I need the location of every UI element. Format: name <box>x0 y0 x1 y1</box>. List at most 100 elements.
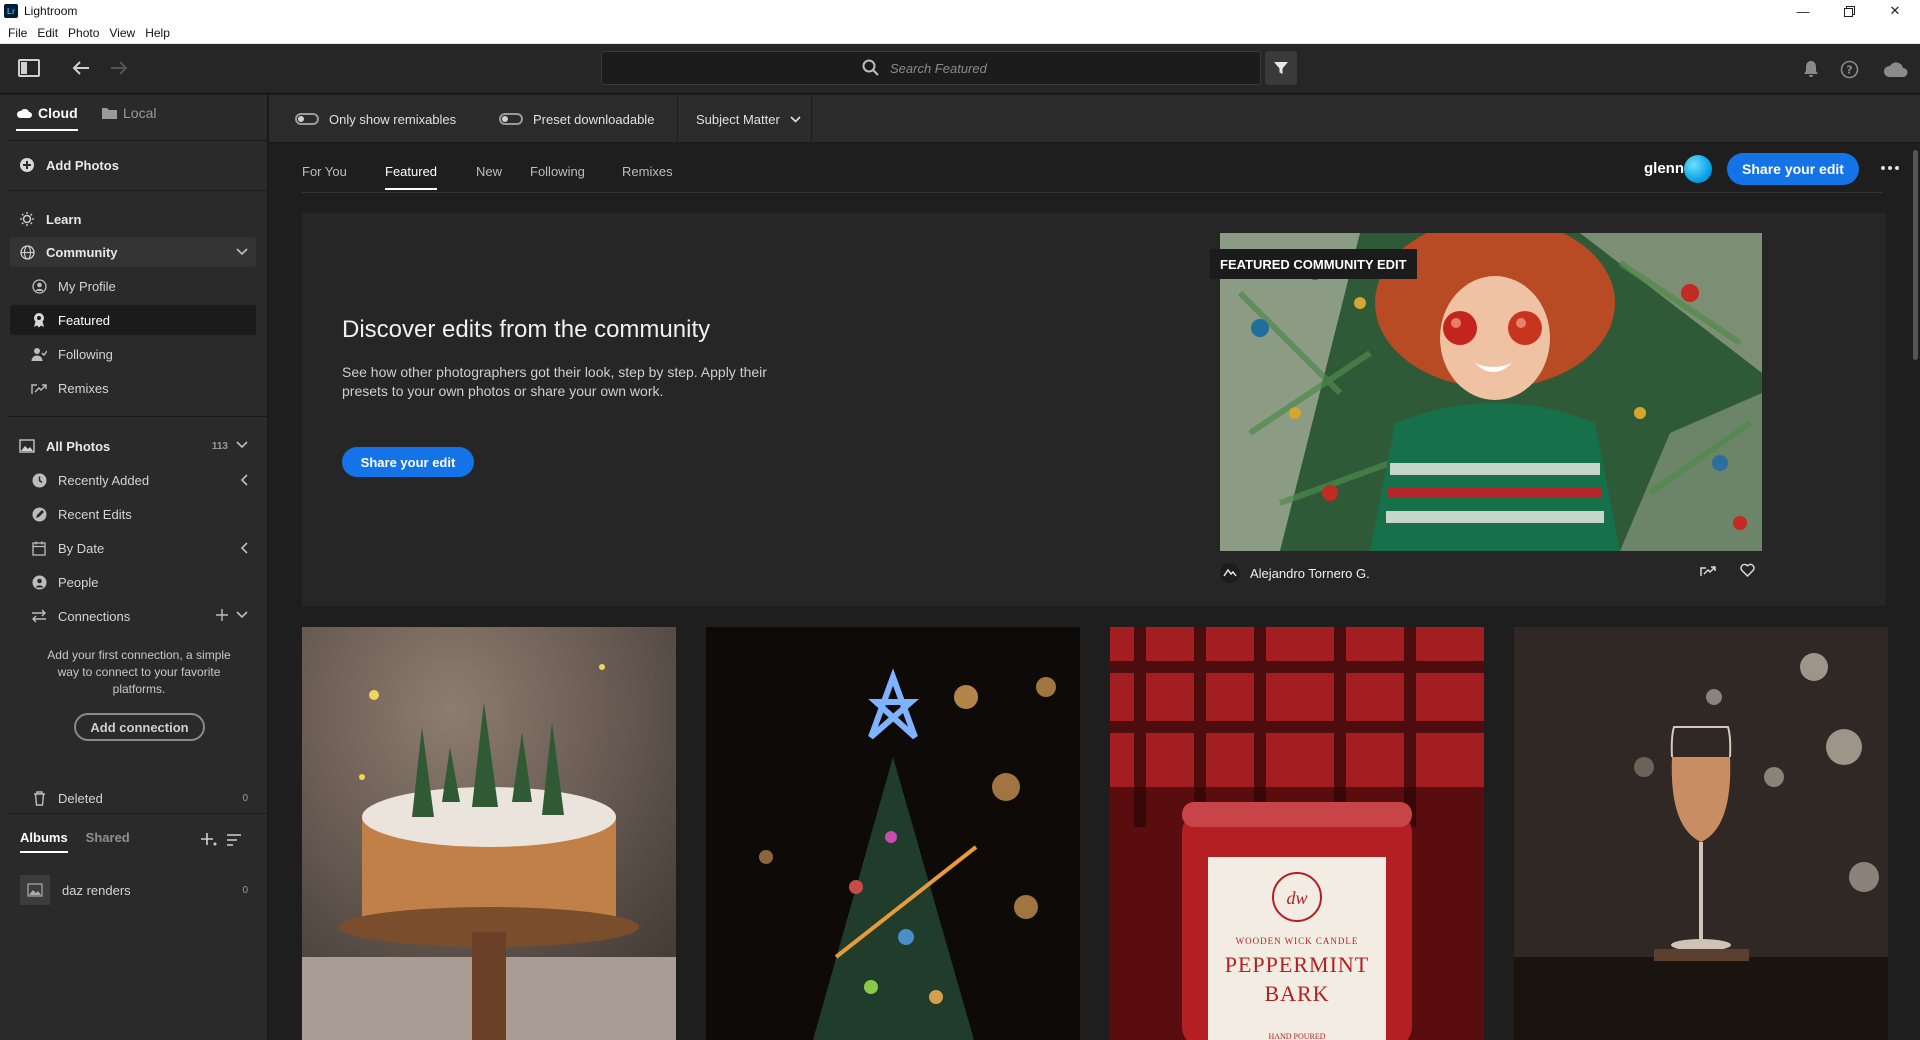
sidebar-item-community[interactable]: Community <box>10 237 256 267</box>
sidebar-item-remixes[interactable]: Remixes <box>10 373 256 403</box>
person-follow-icon <box>30 345 48 363</box>
restore-icon[interactable] <box>1826 0 1872 22</box>
share-your-edit-button[interactable]: Share your edit <box>1727 153 1859 185</box>
chevron-down-icon[interactable] <box>236 248 248 256</box>
help-icon[interactable]: ? <box>1838 58 1860 80</box>
scrollbar[interactable] <box>1913 150 1918 360</box>
photo-card-wine[interactable] <box>1514 627 1888 1040</box>
chevron-down-icon[interactable] <box>236 610 248 622</box>
tab-following[interactable]: Following <box>530 164 585 188</box>
sidebar-item-community-label: Community <box>46 244 118 260</box>
tab-for-you[interactable]: For You <box>302 164 347 188</box>
tab-albums[interactable]: Albums <box>20 830 68 853</box>
sidebar-item-learn[interactable]: Learn <box>10 204 256 234</box>
filter-bar: Only show remixables Preset downloadable… <box>269 95 1920 143</box>
tab-shared[interactable]: Shared <box>86 830 130 853</box>
sidebar-item-following[interactable]: Following <box>10 339 256 369</box>
close-icon[interactable]: ✕ <box>1872 0 1918 22</box>
sort-icon[interactable] <box>226 833 244 850</box>
chevron-left-icon[interactable] <box>240 474 248 486</box>
user-name[interactable]: glenn <box>1644 160 1684 177</box>
remix-icon <box>30 379 48 397</box>
plus-icon[interactable] <box>216 608 228 624</box>
minimize-icon[interactable]: — <box>1780 0 1826 22</box>
add-connection-button[interactable]: Add connection <box>74 713 205 741</box>
menu-help[interactable]: Help <box>143 26 178 40</box>
menu-edit[interactable]: Edit <box>35 26 66 40</box>
tab-remixes[interactable]: Remixes <box>622 164 673 188</box>
album-thumbnail-icon <box>20 875 50 905</box>
featured-photo[interactable] <box>1220 233 1762 551</box>
sidebar-item-deleted-label: Deleted <box>58 790 103 806</box>
featured-author[interactable]: Alejandro Tornero G. <box>1220 563 1370 583</box>
avatar[interactable] <box>1684 155 1712 183</box>
photo-card-cake[interactable] <box>302 627 676 1040</box>
author-name: Alejandro Tornero G. <box>1250 565 1370 581</box>
add-photos-label: Add Photos <box>46 157 119 173</box>
photo-library-icon <box>18 437 36 455</box>
featured-badge: FEATURED COMMUNITY EDIT <box>1210 249 1417 279</box>
award-ribbon-icon <box>30 311 48 329</box>
sidebar-item-recently-added[interactable]: Recently Added <box>10 465 256 495</box>
hero-share-button[interactable]: Share your edit <box>342 447 474 477</box>
sidebar-item-people-label: People <box>58 574 99 590</box>
back-arrow-icon[interactable] <box>68 56 94 80</box>
panel-toggle-icon[interactable] <box>16 56 42 80</box>
sidebar-item-my-profile[interactable]: My Profile <box>10 271 256 301</box>
subject-matter-dropdown[interactable]: Subject Matter <box>696 95 801 143</box>
sidebar-item-connections[interactable]: Connections <box>10 601 256 631</box>
menu-view[interactable]: View <box>107 26 143 40</box>
photo-card-candle[interactable]: dw WOODEN WICK CANDLE PEPPERMINT BARK HA… <box>1110 627 1484 1040</box>
toggle-switch[interactable] <box>295 113 319 125</box>
toggle-switch[interactable] <box>499 113 523 125</box>
more-options-icon[interactable] <box>1878 158 1902 178</box>
svg-text:?: ? <box>1846 63 1852 76</box>
sidebar-item-featured[interactable]: Featured <box>10 305 256 335</box>
tab-new[interactable]: New <box>476 164 502 188</box>
featured-hero: Discover edits from the community See ho… <box>302 213 1886 606</box>
preset-downloadable-label: Preset downloadable <box>533 111 655 127</box>
bell-icon[interactable] <box>1800 58 1822 80</box>
divider <box>8 813 268 814</box>
candle-small-text: HAND POURED <box>1268 1032 1325 1040</box>
tab-local[interactable]: Local <box>102 105 156 129</box>
cloud-sync-icon[interactable] <box>1880 58 1910 80</box>
people-icon <box>30 573 48 591</box>
sidebar-item-learn-label: Learn <box>46 211 82 227</box>
search-bar[interactable] <box>601 51 1261 85</box>
albums-tabs: Albums Shared <box>20 830 130 853</box>
subject-matter-label: Subject Matter <box>696 111 780 127</box>
chevron-left-icon[interactable] <box>240 542 248 554</box>
tab-cloud[interactable]: Cloud <box>16 105 78 131</box>
preset-downloadable-toggle[interactable]: Preset downloadable <box>499 95 654 143</box>
menu-photo[interactable]: Photo <box>66 26 107 40</box>
photo-card-christmas-tree[interactable] <box>706 627 1080 1040</box>
remix-icon[interactable] <box>1700 563 1716 580</box>
tab-local-label: Local <box>123 105 157 121</box>
sidebar-item-featured-label: Featured <box>58 312 111 328</box>
filter-button[interactable] <box>1265 51 1297 85</box>
chevron-down-icon <box>790 115 801 123</box>
sidebar-item-recent-edits[interactable]: Recent Edits <box>10 499 256 529</box>
sidebar-item-all-photos[interactable]: All Photos 113 <box>10 431 256 461</box>
connections-icon <box>30 607 48 625</box>
add-album-icon[interactable] <box>200 831 218 850</box>
sidebar-item-deleted[interactable]: Deleted 0 <box>10 783 256 813</box>
menu-file[interactable]: File <box>0 26 35 40</box>
candle-name-line1: PEPPERMINT <box>1225 952 1369 977</box>
chevron-down-icon[interactable] <box>236 440 248 452</box>
sidebar-item-by-date[interactable]: By Date <box>10 533 256 563</box>
tab-featured[interactable]: Featured <box>385 164 438 190</box>
add-photos-button[interactable]: Add Photos <box>10 150 256 180</box>
left-sidebar: Cloud Local Add Photos Learn Community M… <box>0 95 268 1040</box>
author-logo-icon <box>1220 563 1240 583</box>
album-item[interactable]: daz renders 0 <box>10 873 256 907</box>
person-circle-icon <box>30 277 48 295</box>
remixables-toggle[interactable]: Only show remixables <box>295 95 456 143</box>
top-toolbar: ? <box>0 44 1920 94</box>
hero-description: See how other photographers got their lo… <box>342 364 767 399</box>
heart-icon[interactable] <box>1740 563 1755 580</box>
sidebar-item-people[interactable]: People <box>10 567 256 597</box>
search-input[interactable] <box>890 60 1000 76</box>
forward-arrow-icon[interactable] <box>106 56 132 80</box>
